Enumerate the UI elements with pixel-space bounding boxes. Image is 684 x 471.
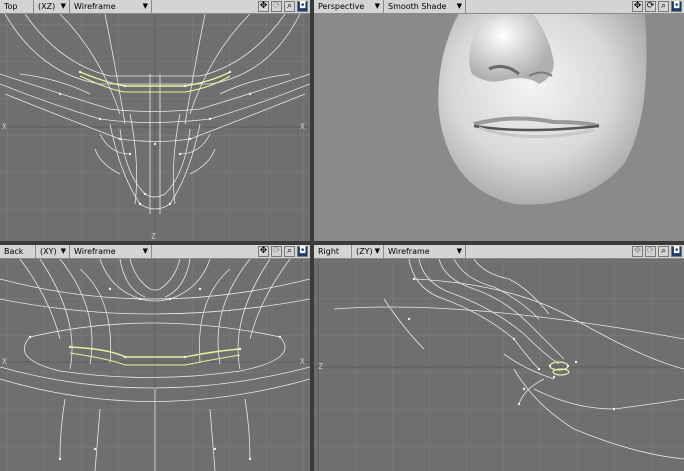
axes-select[interactable]: (ZY) ▼ xyxy=(352,245,384,258)
top-wireframe xyxy=(0,14,310,241)
viewport-back[interactable]: Back (XY) ▼ Wireframe ▼ ✥ ⟳ ⌕ ◘ X X xyxy=(0,245,310,471)
maximize-viewport-icon[interactable]: ◘ xyxy=(671,246,682,257)
render-mode-label: Wireframe xyxy=(388,247,430,256)
move-view-icon[interactable]: ✥ xyxy=(632,246,643,257)
view-type-label: Back xyxy=(4,247,24,256)
view-type-select[interactable]: Top xyxy=(0,0,34,13)
dropdown-arrow-icon: ▼ xyxy=(142,247,148,255)
viewport-header: Right (ZY) ▼ Wireframe ▼ ✥ ⟳ ⌕ ◘ xyxy=(314,245,684,259)
viewport-canvas[interactable]: X X Z xyxy=(0,14,310,241)
viewport-canvas[interactable] xyxy=(314,14,684,241)
axes-select[interactable]: (XY) ▼ xyxy=(36,245,70,258)
viewport-controls: ✥ ⟳ ⌕ ◘ xyxy=(258,0,308,13)
render-mode-select[interactable]: Smooth Shade ▼ xyxy=(384,0,466,13)
viewport-perspective[interactable]: Perspective ▼ Smooth Shade ▼ ✥ ⟳ ⌕ ◘ xyxy=(314,0,684,241)
render-mode-select[interactable]: Wireframe ▼ xyxy=(384,245,466,258)
dropdown-arrow-icon: ▼ xyxy=(374,247,380,255)
viewport-divider-vertical[interactable] xyxy=(310,0,314,471)
render-mode-label: Smooth Shade xyxy=(388,2,447,11)
modeler-window: Top (XZ) ▼ Wireframe ▼ ✥ ⟳ ⌕ ◘ X X Z Per… xyxy=(0,0,684,471)
maximize-viewport-icon[interactable]: ◘ xyxy=(297,1,308,12)
zoom-icon[interactable]: ⌕ xyxy=(658,246,669,257)
axis-z-label: Z xyxy=(318,362,323,371)
axes-select[interactable]: (XZ) ▼ xyxy=(34,0,70,13)
dropdown-arrow-icon: ▼ xyxy=(60,2,66,10)
viewport-header: Perspective ▼ Smooth Shade ▼ ✥ ⟳ ⌕ ◘ xyxy=(314,0,684,14)
view-type-select[interactable]: Right xyxy=(314,245,352,258)
shaded-head-render xyxy=(314,14,684,241)
right-wireframe xyxy=(314,259,684,471)
viewport-canvas[interactable]: X X xyxy=(0,259,310,471)
zoom-icon[interactable]: ⌕ xyxy=(658,1,669,12)
viewport-controls: ✥ ⟳ ⌕ ◘ xyxy=(258,245,308,258)
axis-x-label: X xyxy=(300,357,305,366)
zoom-icon[interactable]: ⌕ xyxy=(284,1,295,12)
axes-label: (XZ) xyxy=(38,2,56,11)
axes-label: (ZY) xyxy=(356,247,373,256)
rotate-view-icon[interactable]: ⟳ xyxy=(645,246,656,257)
viewport-canvas[interactable]: Z xyxy=(314,259,684,471)
move-view-icon[interactable]: ✥ xyxy=(258,246,269,257)
move-view-icon[interactable]: ✥ xyxy=(258,1,269,12)
rotate-view-icon[interactable]: ⟳ xyxy=(271,1,282,12)
dropdown-arrow-icon: ▼ xyxy=(374,2,380,10)
dropdown-arrow-icon: ▼ xyxy=(456,247,462,255)
view-type-label: Right xyxy=(318,247,340,256)
viewport-divider-horizontal[interactable] xyxy=(0,241,684,245)
rotate-view-icon[interactable]: ⟳ xyxy=(645,1,656,12)
viewport-controls: ✥ ⟳ ⌕ ◘ xyxy=(632,0,682,13)
maximize-viewport-icon[interactable]: ◘ xyxy=(297,246,308,257)
render-mode-select[interactable]: Wireframe ▼ xyxy=(70,245,152,258)
render-mode-select[interactable]: Wireframe ▼ xyxy=(70,0,152,13)
move-view-icon[interactable]: ✥ xyxy=(632,1,643,12)
view-type-label: Perspective xyxy=(318,2,365,11)
axis-x-label: X xyxy=(2,357,7,366)
rotate-view-icon[interactable]: ⟳ xyxy=(271,246,282,257)
axis-x-label: X xyxy=(2,122,7,131)
axis-x-label: X xyxy=(300,122,305,131)
viewport-top[interactable]: Top (XZ) ▼ Wireframe ▼ ✥ ⟳ ⌕ ◘ X X Z xyxy=(0,0,310,241)
maximize-viewport-icon[interactable]: ◘ xyxy=(671,1,682,12)
dropdown-arrow-icon: ▼ xyxy=(142,2,148,10)
viewport-header: Back (XY) ▼ Wireframe ▼ ✥ ⟳ ⌕ ◘ xyxy=(0,245,310,259)
view-type-label: Top xyxy=(4,2,18,11)
dropdown-arrow-icon: ▼ xyxy=(60,247,66,255)
viewport-header: Top (XZ) ▼ Wireframe ▼ ✥ ⟳ ⌕ ◘ xyxy=(0,0,310,14)
view-type-select[interactable]: Back xyxy=(0,245,36,258)
view-type-select[interactable]: Perspective ▼ xyxy=(314,0,384,13)
back-wireframe xyxy=(0,259,310,471)
render-mode-label: Wireframe xyxy=(74,2,116,11)
viewport-right[interactable]: Right (ZY) ▼ Wireframe ▼ ✥ ⟳ ⌕ ◘ Z xyxy=(314,245,684,471)
zoom-icon[interactable]: ⌕ xyxy=(284,246,295,257)
axes-label: (XY) xyxy=(40,247,57,256)
viewport-controls: ✥ ⟳ ⌕ ◘ xyxy=(632,245,682,258)
axis-z-label: Z xyxy=(151,232,156,241)
dropdown-arrow-icon: ▼ xyxy=(456,2,462,10)
render-mode-label: Wireframe xyxy=(74,247,116,256)
